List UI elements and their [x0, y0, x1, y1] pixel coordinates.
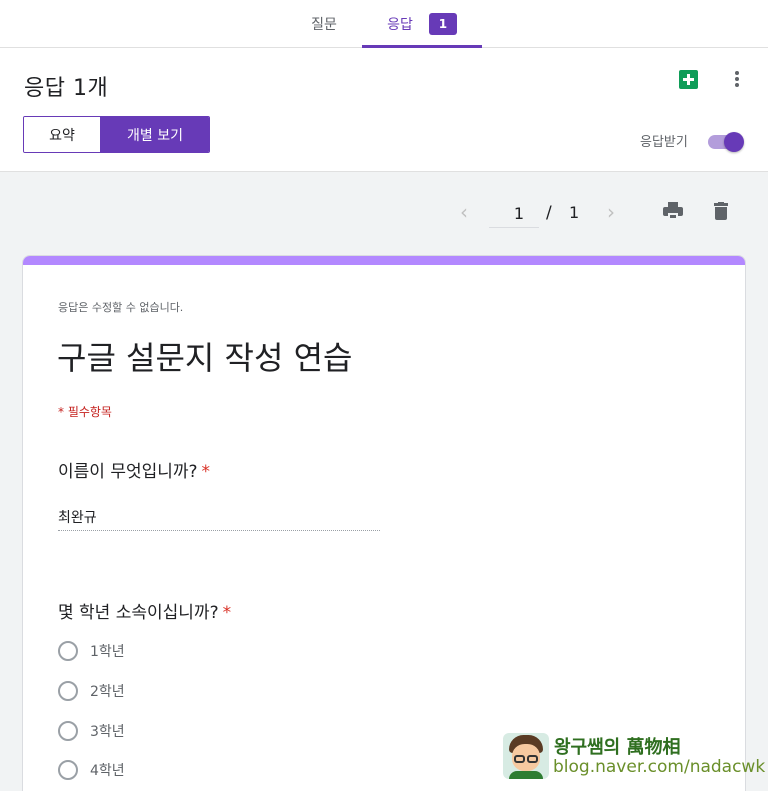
radio-option-label: 2학년	[90, 684, 125, 700]
question-text: 이름이 무엇입니까?	[58, 462, 198, 482]
summary-view-button[interactable]: 요약	[24, 117, 101, 152]
view-toggle: 요약 개별 보기	[23, 116, 210, 153]
tab-questions[interactable]: 질문	[292, 0, 356, 47]
previous-response-icon[interactable]: ‹	[456, 200, 472, 224]
response-card: 응답은 수정할 수 없습니다. 구글 설문지 작성 연습 * 필수항목 이름이 …	[22, 255, 746, 791]
more-options-icon[interactable]	[730, 68, 744, 90]
tab-responses-label: 응답	[387, 16, 413, 33]
radio-button-icon[interactable]	[58, 681, 78, 701]
avatar-icon	[503, 733, 549, 779]
pager-separator: /	[546, 203, 552, 223]
sheets-icon[interactable]	[679, 70, 698, 89]
responses-header-panel: 응답 1개 요약 개별 보기 응답받기	[0, 48, 768, 172]
response-number-input[interactable]	[489, 200, 539, 228]
radio-option-label: 3학년	[90, 724, 125, 740]
required-note: * 필수항목	[58, 405, 112, 419]
tab-questions-label: 질문	[311, 16, 337, 33]
accepting-responses-toggle[interactable]	[708, 132, 746, 152]
radio-option[interactable]: 1학년	[58, 640, 125, 662]
required-mark: *	[201, 462, 211, 482]
not-editable-note: 응답은 수정할 수 없습니다.	[58, 301, 184, 314]
radio-button-icon[interactable]	[58, 760, 78, 780]
response-count-title: 응답 1개	[24, 76, 109, 101]
short-answer-value: 최완규	[58, 507, 380, 531]
watermark-title: 왕구쌤의 萬物相	[554, 737, 681, 758]
accepting-responses-label: 응답받기	[640, 135, 688, 150]
pager-total: 1	[569, 203, 580, 222]
required-mark: *	[222, 603, 232, 623]
print-icon[interactable]	[663, 202, 683, 220]
question-title: 이름이 무엇입니까? *	[58, 457, 210, 482]
blog-watermark: 왕구쌤의 萬物相 blog.naver.com/nadacwk	[503, 733, 765, 779]
tab-responses[interactable]: 응답 1	[362, 0, 482, 48]
radio-option[interactable]: 3학년	[58, 720, 125, 742]
radio-option-label: 4학년	[90, 763, 125, 779]
question-title: 몇 학년 소속이십니까? *	[58, 598, 231, 623]
form-title: 구글 설문지 작성 연습	[57, 339, 353, 377]
question-text: 몇 학년 소속이십니까?	[58, 603, 219, 623]
next-response-icon[interactable]: ›	[603, 200, 619, 224]
responses-count-badge: 1	[428, 12, 457, 35]
top-tab-bar: 질문 응답 1	[0, 0, 768, 48]
radio-option[interactable]: 4학년	[58, 759, 125, 781]
radio-option-label: 1학년	[90, 644, 125, 660]
watermark-url: blog.naver.com/nadacwk	[553, 757, 766, 777]
delete-icon[interactable]	[714, 202, 728, 220]
radio-button-icon[interactable]	[58, 641, 78, 661]
radio-button-icon[interactable]	[58, 721, 78, 741]
individual-view-button[interactable]: 개별 보기	[101, 117, 209, 152]
card-accent-bar	[23, 256, 745, 265]
radio-option[interactable]: 2학년	[58, 680, 125, 702]
